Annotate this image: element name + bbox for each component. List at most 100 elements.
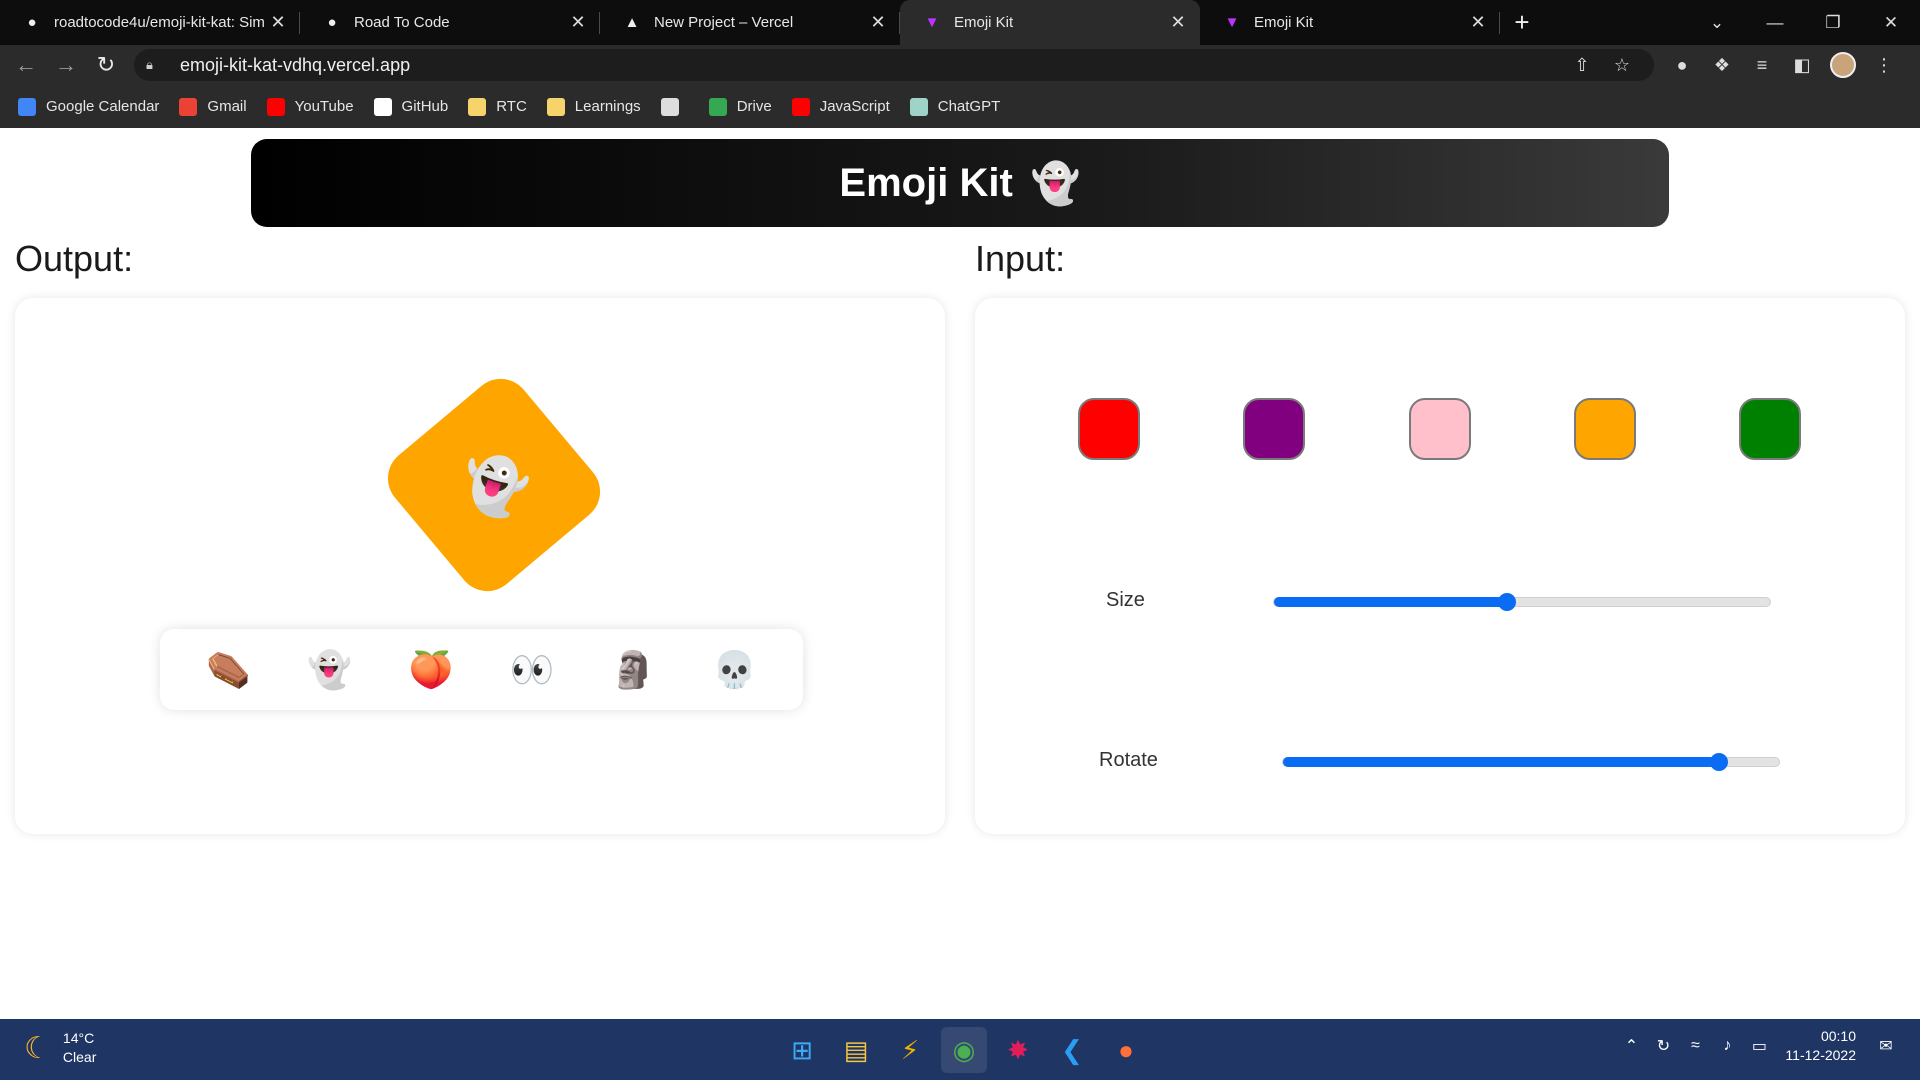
color-swatch-pink[interactable] <box>1408 398 1471 460</box>
chrome-icon[interactable]: ◉ <box>941 1027 987 1073</box>
input-card: Size Rotate <box>975 298 1905 834</box>
tab-list: ● roadtocode4u/emoji-kit-kat: Sim ✕ ● Road T… <box>0 0 1500 45</box>
rotate-slider-fill <box>1283 757 1720 767</box>
bookmark-label: Learnings <box>574 98 641 115</box>
system-tray: ⌃ ↻ ≈ ♪ ▭ 00:10 11-12-2022 ✉ <box>1615 1027 1902 1065</box>
color-swatch-orange[interactable] <box>1573 398 1636 460</box>
side-panel-icon[interactable]: ◧ <box>1782 55 1822 76</box>
extensions-puzzle-icon[interactable]: ❖ <box>1702 55 1742 76</box>
color-swatch-purple[interactable] <box>1243 398 1306 460</box>
size-slider[interactable] <box>1273 593 1771 611</box>
bookmark-label: JavaScript <box>819 98 890 115</box>
back-icon[interactable]: ← <box>6 52 46 78</box>
bookmark-item[interactable]: GitHub <box>373 97 448 116</box>
size-slider-fill <box>1274 597 1508 607</box>
bookmark-item[interactable]: Learnings <box>546 97 641 116</box>
color-swatch-red[interactable] <box>1078 398 1140 460</box>
emoji-option-coffin[interactable]: ⚰️ <box>201 642 257 698</box>
ghost-icon: 👻 <box>1030 161 1081 206</box>
bookmark-label: RTC <box>496 98 527 115</box>
bookmark-item[interactable]: Drive <box>708 97 772 116</box>
browser-tab[interactable]: ● roadtocode4u/emoji-kit-kat: Sim ✕ <box>0 0 300 45</box>
bookmark-item[interactable]: ChatGPT <box>909 97 1000 116</box>
new-tab-button[interactable]: + <box>1500 0 1544 45</box>
close-tab-icon[interactable]: ✕ <box>568 12 588 33</box>
notification-icon[interactable]: ✉ <box>1870 1036 1902 1056</box>
bookmark-icon <box>660 97 679 116</box>
close-tab-icon[interactable]: ✕ <box>868 12 888 33</box>
emoji-picker: ⚰️ 👻 🍑 👀 🗿 💀 <box>160 629 803 710</box>
tab-title: Emoji Kit <box>954 14 1014 31</box>
input-heading: Input: <box>975 238 1066 279</box>
bookmark-icon <box>266 97 285 116</box>
bookmark-item[interactable]: JavaScript <box>791 97 890 116</box>
browser-toolbar: ← → ↻ 🔒︎ emoji-kit-kat-vdhq.vercel.app ⇧… <box>0 45 1920 85</box>
file-explorer-icon[interactable]: ▤ <box>833 1027 879 1073</box>
sync-icon[interactable]: ↻ <box>1647 1036 1679 1056</box>
taskbar-apps: ⊞ ▤ ⚡︎ ◉ ✸ ❮ ● <box>775 1027 1153 1073</box>
close-tab-icon[interactable]: ✕ <box>1168 12 1188 33</box>
app-zap-icon[interactable]: ⚡︎ <box>887 1027 933 1073</box>
menu-kebab-icon[interactable]: ⋮ <box>1864 55 1904 76</box>
battery-icon[interactable]: ▭ <box>1743 1036 1775 1056</box>
volume-icon[interactable]: ♪ <box>1711 1037 1743 1055</box>
url-text[interactable]: emoji-kit-kat-vdhq.vercel.app <box>180 55 1562 76</box>
emoji-option-moai[interactable]: 🗿 <box>605 642 661 698</box>
tab-title: New Project – Vercel <box>654 14 794 31</box>
bookmark-icon <box>468 97 487 116</box>
bookmark-label: YouTube <box>294 98 354 115</box>
extension-avatar-icon[interactable]: ● <box>1662 55 1702 76</box>
emoji-option-ghost[interactable]: 👻 <box>302 642 358 698</box>
clock-date: 11-12-2022 <box>1785 1047 1856 1063</box>
minimize-icon[interactable]: — <box>1746 13 1804 33</box>
restore-icon[interactable]: ❐ <box>1804 13 1862 33</box>
bookmark-item[interactable]: Gmail <box>179 97 247 116</box>
reload-icon[interactable]: ↻ <box>86 52 126 78</box>
address-bar[interactable]: 🔒︎ emoji-kit-kat-vdhq.vercel.app ⇧ ☆ <box>134 49 1654 81</box>
browser-tab[interactable]: ▼ Emoji Kit ✕ <box>1200 0 1500 45</box>
vite-icon: ▼ <box>1224 14 1240 31</box>
tab-search-icon[interactable]: ⌄ <box>1688 13 1746 33</box>
rotate-row: Rotate <box>975 747 1905 777</box>
size-label: Size <box>1106 589 1145 611</box>
bookmark-star-icon[interactable]: ☆ <box>1602 55 1642 76</box>
browser-tab[interactable]: ● Road To Code ✕ <box>300 0 600 45</box>
color-swatches <box>1078 398 1801 460</box>
bookmark-item[interactable]: Google Calendar <box>18 97 159 116</box>
rotate-slider-thumb[interactable] <box>1710 753 1729 771</box>
bookmark-item[interactable] <box>660 97 689 116</box>
firefox-icon[interactable]: ● <box>1103 1027 1149 1073</box>
chevron-up-icon[interactable]: ⌃ <box>1615 1036 1647 1056</box>
vscode-icon[interactable]: ❮ <box>1049 1027 1095 1073</box>
start-windows-icon[interactable]: ⊞ <box>779 1027 825 1073</box>
profile-avatar[interactable] <box>1830 52 1856 78</box>
browser-tab[interactable]: ▼ Emoji Kit ✕ <box>900 0 1200 45</box>
emoji-option-eyes[interactable]: 👀 <box>504 642 560 698</box>
share-icon[interactable]: ⇧ <box>1562 55 1602 76</box>
size-slider-thumb[interactable] <box>1498 593 1517 611</box>
rotate-slider[interactable] <box>1282 753 1780 771</box>
slack-icon[interactable]: ✸ <box>995 1027 1041 1073</box>
wifi-icon[interactable]: ≈ <box>1679 1037 1711 1055</box>
rotate-label: Rotate <box>1099 749 1158 771</box>
weather-widget[interactable]: ☾ 14°C Clear <box>24 1029 96 1067</box>
media-queue-icon[interactable]: ≡ <box>1742 55 1782 76</box>
vite-icon: ▼ <box>924 14 940 31</box>
forward-icon[interactable]: → <box>46 52 86 78</box>
tab-title: roadtocode4u/emoji-kit-kat: Sim <box>54 14 265 31</box>
road-to-code-icon: ● <box>327 14 337 31</box>
size-row: Size <box>975 587 1905 617</box>
close-tab-icon[interactable]: ✕ <box>268 12 288 33</box>
bookmark-item[interactable]: YouTube <box>266 97 354 116</box>
close-window-icon[interactable]: ✕ <box>1862 13 1920 33</box>
tab-title: Road To Code <box>354 14 450 31</box>
lock-icon[interactable]: 🔒︎ <box>146 57 164 73</box>
color-swatch-green[interactable] <box>1739 398 1801 460</box>
emoji-option-peach[interactable]: 🍑 <box>403 642 459 698</box>
browser-tab[interactable]: ▲ New Project – Vercel ✕ <box>600 0 900 45</box>
tab-title: Emoji Kit <box>1254 14 1314 31</box>
emoji-option-skull[interactable]: 💀 <box>706 642 762 698</box>
close-tab-icon[interactable]: ✕ <box>1468 12 1488 33</box>
bookmark-item[interactable]: RTC <box>468 97 527 116</box>
clock[interactable]: 00:10 11-12-2022 <box>1785 1027 1856 1065</box>
